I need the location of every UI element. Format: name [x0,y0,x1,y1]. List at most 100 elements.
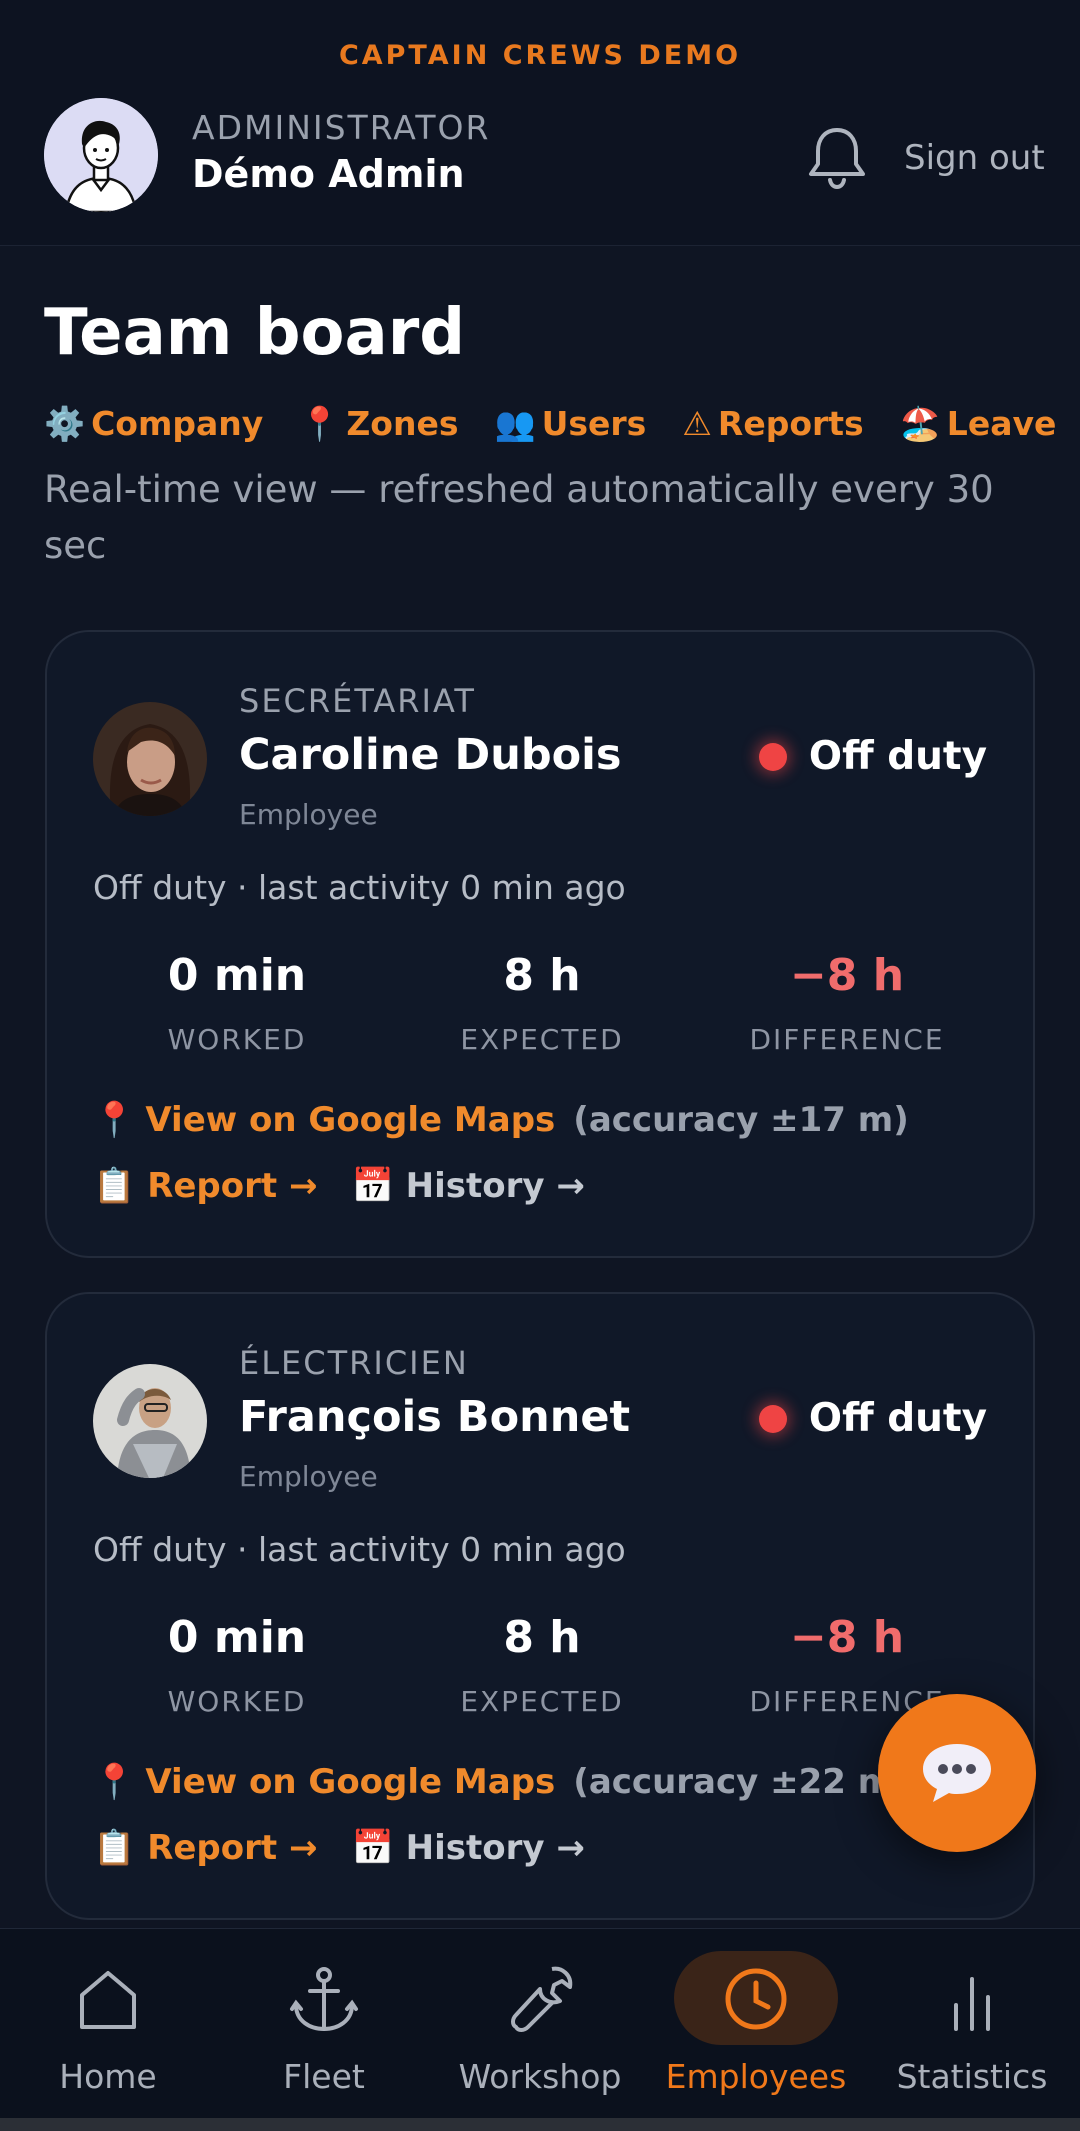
zones-link[interactable]: 📍 Zones [299,404,458,444]
wrench-icon [511,1966,573,2032]
expected-label: EXPECTED [460,1685,624,1718]
clipboard-icon: 📋 [93,1166,136,1206]
nav-workshop[interactable]: Workshop [432,1929,648,2119]
worked-label: WORKED [167,1685,307,1718]
nav-home-label: Home [59,2057,157,2096]
user-role: ADMINISTRATOR [192,108,491,147]
nav-employees[interactable]: Employees [648,1929,864,2119]
expected-label: EXPECTED [460,1023,624,1056]
difference-stat: −8 h DIFFERENCE [697,950,997,1056]
refresh-subtitle: Real-time view — refreshed automatically… [44,468,994,567]
status-dot [758,1404,787,1433]
nav-statistics-label: Statistics [896,2057,1048,2096]
report-link[interactable]: 📋 Report → [93,1166,317,1206]
warning-icon: ⚠ [682,404,712,443]
user-name: Démo Admin [192,152,465,196]
company-link[interactable]: ⚙️ Company [44,404,263,444]
nav-fleet[interactable]: Fleet [216,1929,432,2119]
worked-value: 0 min [167,950,307,1001]
difference-label: DIFFERENCE [749,1023,945,1056]
nav-home[interactable]: Home [0,1929,216,2119]
report-link-label: Report → [147,1828,318,1868]
sign-out-button[interactable]: Sign out [904,138,1045,178]
location-accuracy: (accuracy ±22 m) [573,1762,909,1802]
difference-value: −8 h [789,950,905,1001]
leave-link-label: Leave [946,404,1057,443]
time-stats: 0 min WORKED 8 h EXPECTED −8 h DIFFERENC… [47,1612,1037,1722]
page-title: Team board [44,296,466,370]
employee-card: ÉLECTRICIEN François Bonnet Employee Off… [45,1292,1035,1920]
nav-fleet-label: Fleet [283,2057,365,2096]
brand-title: CAPTAIN CREWS DEMO [338,40,742,71]
nav-employees-label: Employees [665,2057,847,2096]
status-label: Off duty [808,734,987,779]
worked-label: WORKED [167,1023,307,1056]
expected-value: 8 h [503,1612,581,1663]
home-icon [80,1971,136,2029]
google-maps-link[interactable]: View on Google Maps [145,1100,555,1140]
reports-link[interactable]: ⚠ Reports [682,404,863,444]
pin-icon: 📍 [299,404,341,443]
beach-icon: 🏖️ [899,404,941,443]
history-link[interactable]: 📅 History → [351,1166,584,1206]
employee-photo [93,702,207,816]
leave-link[interactable]: 🏖️ Leave [900,404,1057,444]
app-header: CAPTAIN CREWS DEMO ADMINISTRATOR Démo Ad… [0,0,1080,246]
location-row: 📍 View on Google Maps (accuracy ±22 m) [93,1762,909,1802]
report-link[interactable]: 📋 Report → [93,1828,317,1868]
worked-stat: 0 min WORKED [87,950,387,1056]
zones-link-label: Zones [346,404,459,443]
card-actions: 📋 Report → 📅 History → [93,1828,585,1868]
history-link[interactable]: 📅 History → [351,1828,584,1868]
users-link-label: Users [541,404,647,443]
system-gesture-bar [0,2118,1080,2131]
users-icon: 👥 [494,404,536,443]
employee-role: Employee [239,1460,378,1493]
report-link-label: Report → [147,1166,318,1206]
location-row: 📍 View on Google Maps (accuracy ±17 m) [93,1100,909,1140]
clipboard-icon: 📋 [93,1828,136,1868]
company-link-label: Company [91,404,264,443]
worked-value: 0 min [167,1612,307,1663]
bottom-navigation: Home Fleet Workshop Employees Statistics [0,1928,1080,2118]
expected-stat: 8 h EXPECTED [392,950,692,1056]
status-badge: Off duty [758,1396,987,1441]
employee-card: SECRÉTARIAT Caroline Dubois Employee Off… [45,630,1035,1258]
calendar-icon: 📅 [351,1166,394,1206]
gear-icon: ⚙️ [44,404,86,443]
location-accuracy: (accuracy ±17 m) [573,1100,909,1140]
employee-name: Caroline Dubois [239,730,622,780]
users-link[interactable]: 👥 Users [494,404,646,444]
worked-stat: 0 min WORKED [87,1612,387,1718]
anchor-icon [290,1967,358,2032]
google-maps-link[interactable]: View on Google Maps [145,1762,555,1802]
bar-chart-icon [954,1977,990,2031]
chat-bubble-icon [923,1744,991,1802]
nav-workshop-label: Workshop [458,2057,622,2096]
status-dot [758,742,787,771]
bell-icon[interactable] [806,124,868,190]
expected-value: 8 h [503,950,581,1001]
last-activity: Off duty · last activity 0 min ago [93,868,626,907]
difference-value: −8 h [789,1612,905,1663]
admin-avatar[interactable] [44,98,158,212]
chat-button[interactable] [878,1694,1036,1852]
history-link-label: History → [405,1166,585,1206]
time-stats: 0 min WORKED 8 h EXPECTED −8 h DIFFERENC… [47,950,1037,1060]
card-actions: 📋 Report → 📅 History → [93,1166,585,1206]
status-label: Off duty [808,1396,987,1441]
pin-icon: 📍 [93,1100,136,1140]
employee-photo [93,1364,207,1478]
status-badge: Off duty [758,734,987,779]
employee-department: ÉLECTRICIEN [239,1344,469,1382]
employee-department: SECRÉTARIAT [239,682,476,720]
expected-stat: 8 h EXPECTED [392,1612,692,1718]
clock-icon [725,1968,787,2030]
last-activity: Off duty · last activity 0 min ago [93,1530,626,1569]
pin-icon: 📍 [93,1762,136,1802]
calendar-icon: 📅 [351,1828,394,1868]
nav-statistics[interactable]: Statistics [864,1929,1080,2119]
reports-link-label: Reports [717,404,864,443]
admin-links: ⚙️ Company 📍 Zones 👥 Users ⚠ Reports 🏖️ Leave [44,404,1056,444]
employee-name: François Bonnet [239,1392,631,1442]
